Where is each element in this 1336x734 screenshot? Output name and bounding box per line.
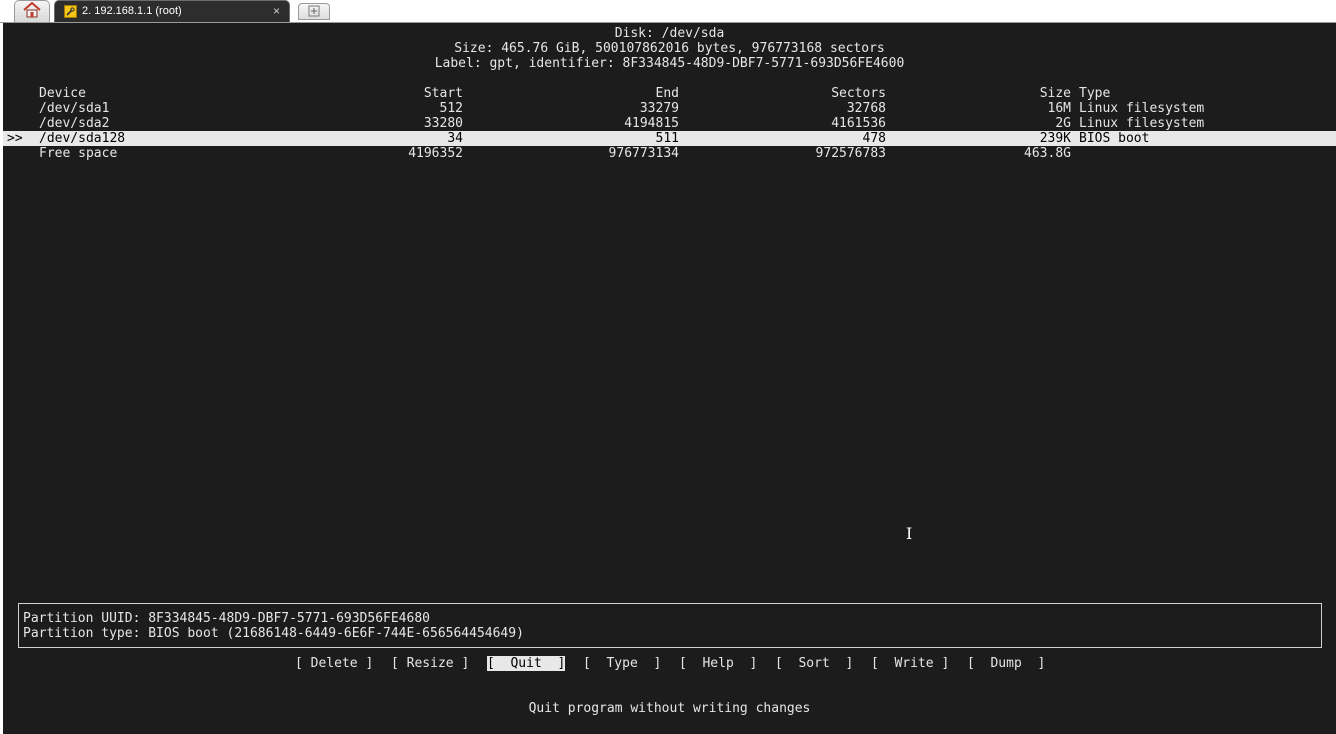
row-size: 16M <box>1047 101 1071 116</box>
tab-bar: 2. 192.168.1.1 (root) × <box>0 0 1336 23</box>
col-start: Start <box>423 86 463 101</box>
home-icon <box>23 1 41 22</box>
row-start: 33280 <box>423 116 463 131</box>
col-type: Type <box>1079 86 1111 101</box>
tab-title: 2. 192.168.1.1 (root) <box>82 5 182 17</box>
row-sectors: 32768 <box>846 101 886 116</box>
selection-marker: >> <box>7 131 23 146</box>
col-sectors: Sectors <box>831 86 886 101</box>
new-tab-button[interactable] <box>298 3 330 20</box>
dump-button[interactable]: [ Dump ] <box>967 656 1045 671</box>
quit-button[interactable]: [ Quit ] <box>487 656 566 671</box>
col-size: Size <box>1039 86 1071 101</box>
row-type: BIOS boot <box>1079 131 1150 146</box>
disk-label: Label: gpt, identifier: 8F334845-48D9-DB… <box>434 56 905 71</box>
help-button[interactable]: [ Help ] <box>679 656 757 671</box>
row-end: 976773134 <box>608 146 679 161</box>
row-end: 4194815 <box>624 116 679 131</box>
row-size: 2G <box>1055 116 1071 131</box>
table-row[interactable]: /dev/sda1 512 33279 32768 16M Linux file… <box>3 101 1336 116</box>
table-header: Device Start End Sectors Size Type <box>3 86 1336 101</box>
row-size: 239K <box>1039 131 1071 146</box>
text-cursor-icon: I <box>906 524 913 543</box>
row-sectors: 972576783 <box>815 146 886 161</box>
row-start: 512 <box>439 101 463 116</box>
row-device: /dev/sda2 <box>39 116 110 131</box>
row-device: /dev/sda1 <box>39 101 110 116</box>
partition-info-box: Partition UUID: 8F334845-48D9-DBF7-5771-… <box>18 603 1322 648</box>
row-type: Linux filesystem <box>1079 116 1205 131</box>
row-sectors: 4161536 <box>831 116 886 131</box>
sort-button[interactable]: [ Sort ] <box>775 656 853 671</box>
row-device: Free space <box>39 146 118 161</box>
disk-title: Disk: /dev/sda <box>614 26 725 41</box>
row-start: 34 <box>447 131 463 146</box>
terminal-window[interactable]: Disk: /dev/sda Size: 465.76 GiB, 5001078… <box>3 23 1336 734</box>
close-icon[interactable]: × <box>273 4 280 18</box>
status-line: Quit program without writing changes <box>528 701 811 716</box>
table-row-selected[interactable]: >> /dev/sda128 34 511 478 239K BIOS boot <box>3 131 1336 146</box>
session-tab[interactable]: 2. 192.168.1.1 (root) × <box>54 0 290 22</box>
partition-uuid: Partition UUID: 8F334845-48D9-DBF7-5771-… <box>23 611 430 626</box>
col-device: Device <box>39 86 86 101</box>
row-type: Linux filesystem <box>1079 101 1205 116</box>
type-button[interactable]: [ Type ] <box>583 656 661 671</box>
resize-button[interactable]: [ Resize ] <box>391 656 469 671</box>
col-end: End <box>655 86 679 101</box>
table-row[interactable]: Free space 4196352 976773134 972576783 4… <box>3 146 1336 161</box>
row-sectors: 478 <box>862 131 886 146</box>
write-button[interactable]: [ Write ] <box>871 656 949 671</box>
disk-size: Size: 465.76 GiB, 500107862016 bytes, 97… <box>454 41 885 56</box>
row-end: 511 <box>655 131 679 146</box>
row-end: 33279 <box>639 101 679 116</box>
table-row[interactable]: /dev/sda2 33280 4194815 4161536 2G Linux… <box>3 116 1336 131</box>
row-size: 463.8G <box>1024 146 1071 161</box>
partition-type: Partition type: BIOS boot (21686148-6449… <box>23 626 524 641</box>
delete-button[interactable]: [ Delete ] <box>295 656 373 671</box>
home-tab[interactable] <box>14 0 50 22</box>
plus-icon <box>308 2 320 21</box>
row-device: /dev/sda128 <box>39 131 126 146</box>
wrench-icon <box>64 5 77 18</box>
row-start: 4196352 <box>408 146 463 161</box>
